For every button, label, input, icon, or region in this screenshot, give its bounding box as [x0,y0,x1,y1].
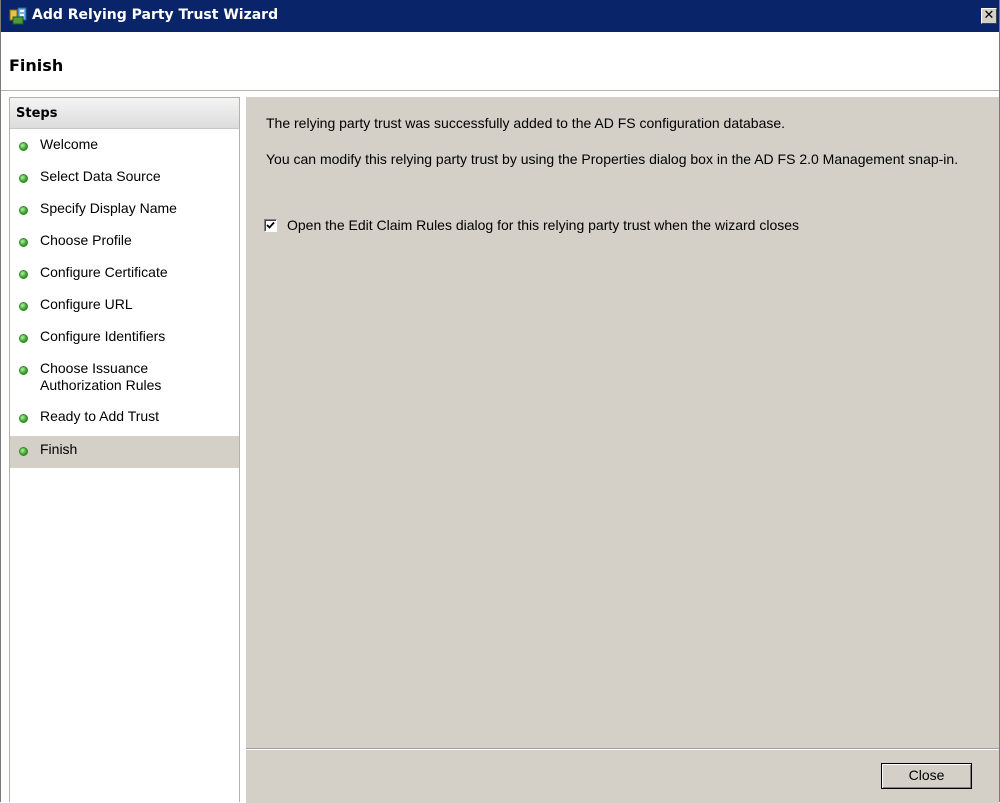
button-bar: Close [246,749,999,803]
steps-header-label: Steps [16,106,58,121]
step-complete-icon [19,302,28,311]
open-claim-rules-label[interactable]: Open the Edit Claim Rules dialog for thi… [287,217,799,233]
step-welcome: Welcome [10,136,239,158]
checkmark-icon [266,221,275,229]
step-complete-icon [19,334,28,343]
step-complete-icon [19,174,28,183]
step-label: Specify Display Name [40,200,177,216]
page-title: Finish [9,56,64,75]
close-window-icon[interactable]: ✕ [981,8,997,24]
step-choose-profile: Choose Profile [10,232,239,254]
step-label: Configure Certificate [40,264,168,280]
step-label: Configure URL [40,296,133,312]
step-configure-certificate: Configure Certificate [10,264,239,286]
step-label: Select Data Source [40,168,161,184]
window-title: Add Relying Party Trust Wizard [32,7,279,23]
step-complete-icon [19,206,28,215]
step-configure-url: Configure URL [10,296,239,318]
wizard-window: Add Relying Party Trust Wizard ✕ Finish … [0,0,1000,803]
step-label: Welcome [40,136,99,152]
success-message: The relying party trust was successfully… [266,115,786,131]
step-complete-icon [19,414,28,423]
content-pane: The relying party trust was successfully… [246,97,999,749]
step-select-data-source: Select Data Source [10,168,239,190]
open-claim-rules-checkbox[interactable] [264,219,277,232]
step-label: Finish [40,441,78,457]
close-button[interactable]: Close [881,763,972,789]
title-bar[interactable]: Add Relying Party Trust Wizard ✕ [1,0,999,32]
page-header: Finish [1,32,999,91]
step-current-icon [19,447,28,456]
step-complete-icon [19,366,28,375]
modify-instructions: You can modify this relying party trust … [266,151,959,167]
step-label: Choose Issuance Authorization Rules [40,360,162,393]
step-ready-to-add-trust: Ready to Add Trust [10,408,239,430]
step-label: Ready to Add Trust [40,408,160,424]
step-specify-display-name: Specify Display Name [10,200,239,222]
step-complete-icon [19,238,28,247]
step-complete-icon [19,142,28,151]
adfs-trust-icon [9,7,27,25]
step-label: Configure Identifiers [40,328,166,344]
step-choose-issuance-authorization-rules: Choose Issuance Authorization Rules [10,360,239,398]
steps-pane: Steps Welcome Select Data Source Specify… [9,97,240,802]
step-configure-identifiers: Configure Identifiers [10,328,239,350]
step-complete-icon [19,270,28,279]
step-finish: Finish [10,436,239,468]
step-label: Choose Profile [40,232,132,248]
steps-header: Steps [10,98,239,129]
